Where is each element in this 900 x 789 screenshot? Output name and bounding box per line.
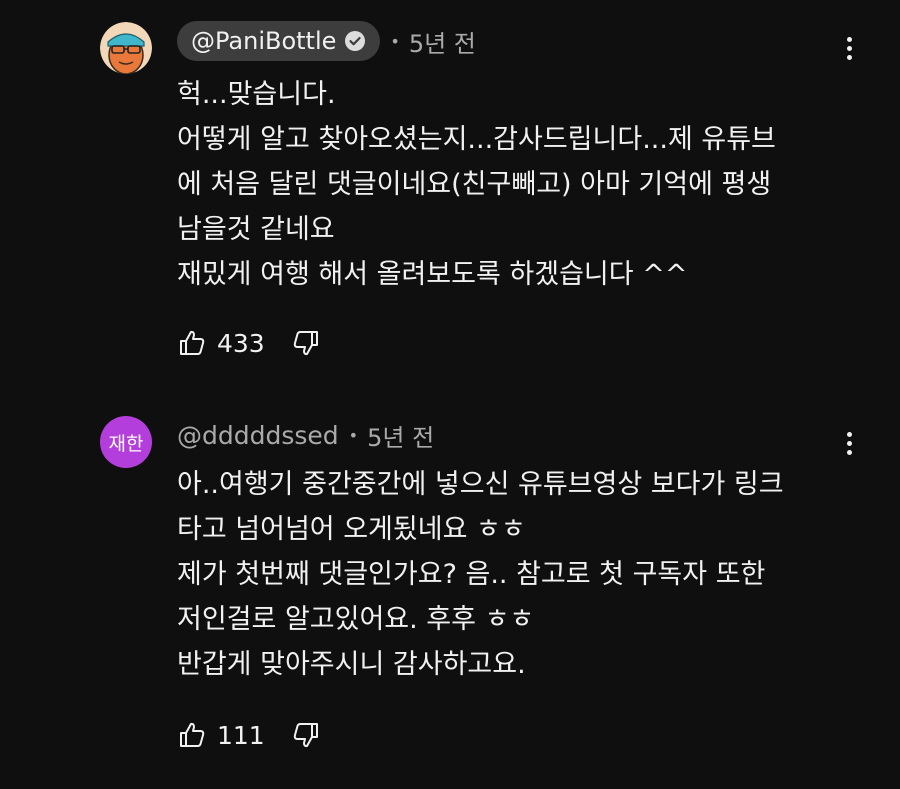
thumbs-up-icon[interactable] <box>177 328 207 358</box>
more-vertical-icon <box>846 449 852 455</box>
comment-line: 어떻게 알고 찾아오셨는지...감사드립니다...제 유튜브 <box>177 124 776 155</box>
like-count: 433 <box>217 328 265 358</box>
author-name[interactable]: @PaniBottle <box>191 27 336 55</box>
author-name[interactable]: @dddddssed <box>177 421 339 450</box>
like-count: 111 <box>217 720 265 750</box>
thumbs-down-icon[interactable] <box>291 720 321 750</box>
avatar-initials: 재한 <box>108 432 144 455</box>
comment-line: 헉...맞습니다. <box>177 79 336 110</box>
author-chip[interactable]: @PaniBottle <box>177 21 381 61</box>
separator-dot: • <box>390 31 400 51</box>
comment-line: 남을것 같네요 <box>177 214 335 245</box>
comment-time[interactable]: 5년 전 <box>409 24 476 59</box>
avatar[interactable]: 재한 <box>100 416 152 468</box>
more-vertical-icon <box>846 440 852 446</box>
separator-dot: • <box>348 425 359 445</box>
thumbs-down-icon[interactable] <box>291 328 321 358</box>
comment-line: 에 처음 달린 댓글이네요(친구빼고) 아마 기억에 평생 <box>177 169 772 200</box>
comment-time[interactable]: 5년 전 <box>367 418 434 453</box>
comment-line: 아..여행기 중간중간에 넣으신 유튜브영상 보다가 링크 <box>177 469 784 500</box>
comments-list: @PaniBottle • 5년 전 헉...맞습니다. 어떻게 알고 찾아오셨… <box>0 0 900 789</box>
more-vertical-icon <box>846 54 852 60</box>
comment-header: @PaniBottle • 5년 전 <box>177 21 476 61</box>
comment-header: @dddddssed • 5년 전 <box>177 415 434 455</box>
avatar[interactable] <box>100 22 152 74</box>
comment-actions: 111 <box>177 718 321 752</box>
avatar-cartoon-icon <box>100 22 152 74</box>
comment-line: 반갑게 맞아주시니 감사하고요. <box>177 649 526 680</box>
more-vertical-icon <box>846 36 852 42</box>
comment-text: 아..여행기 중간중간에 넣으신 유튜브영상 보다가 링크 타고 넘어넘어 오게… <box>177 462 857 687</box>
comment-line: 재밌게 여행 해서 올려보도록 하겠습니다 ^^ <box>177 259 688 290</box>
more-options-button[interactable] <box>838 428 860 458</box>
thumbs-up-icon[interactable] <box>177 720 207 750</box>
more-vertical-icon <box>846 45 852 51</box>
comment-actions: 433 <box>177 326 321 360</box>
comment-line: 저인걸로 알고있어요. 후후 ㅎㅎ <box>177 604 535 635</box>
comment-line: 타고 넘어넘어 오게됬네요 ㅎㅎ <box>177 514 526 545</box>
comment-line: 제가 첫번째 댓글인가요? 음.. 참고로 첫 구독자 또한 <box>177 559 766 590</box>
more-options-button[interactable] <box>838 33 860 63</box>
more-vertical-icon <box>846 431 852 437</box>
comment-text: 헉...맞습니다. 어떻게 알고 찾아오셨는지...감사드립니다...제 유튜브… <box>177 72 857 297</box>
verified-check-icon <box>345 31 366 51</box>
